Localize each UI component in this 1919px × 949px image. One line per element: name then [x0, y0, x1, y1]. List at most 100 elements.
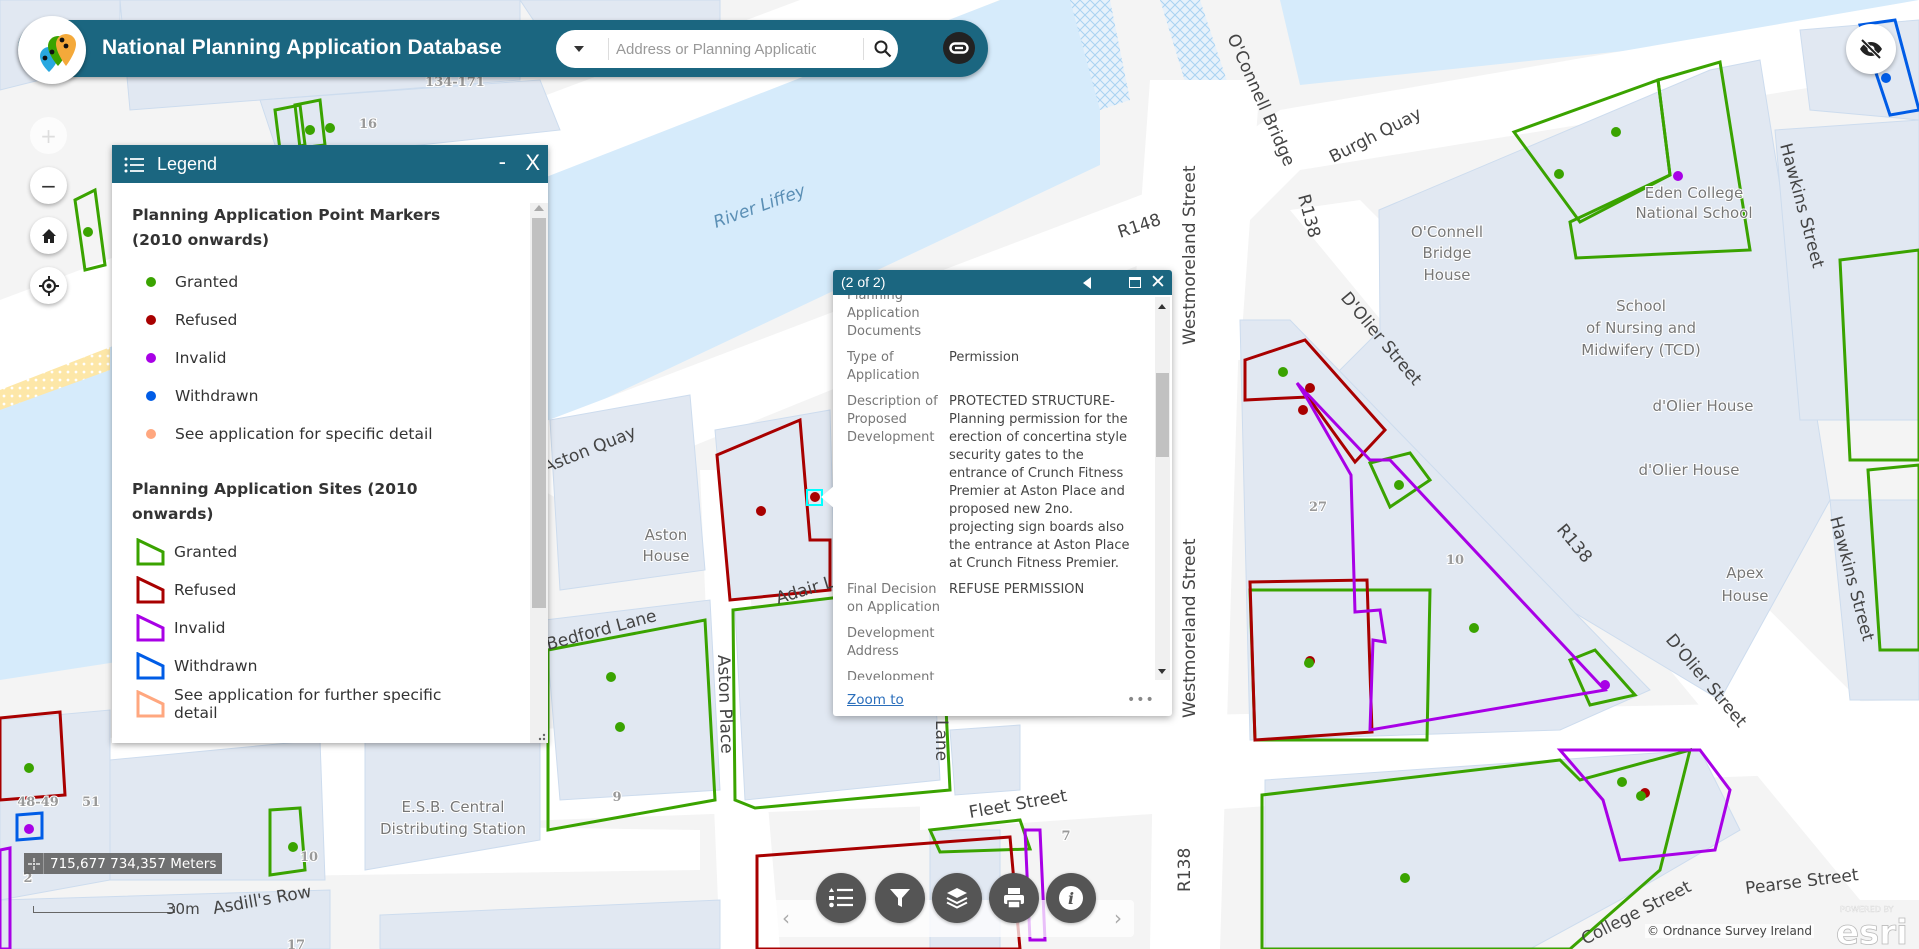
locate-icon	[38, 275, 59, 296]
crosshair-icon[interactable]	[24, 853, 44, 874]
legend-body: Planning Application Point Markers (2010…	[112, 183, 530, 743]
map-pins-logo-icon	[40, 34, 76, 72]
share-link-button[interactable]	[943, 32, 975, 64]
esri-logo-icon[interactable]: POWERED BY esri	[1836, 900, 1916, 948]
close-icon[interactable]: ✕	[1150, 271, 1166, 294]
about-tool-button[interactable]: i	[1046, 873, 1096, 923]
popup-counter: (2 of 2)	[841, 274, 886, 290]
legend-item-label: Refused	[175, 311, 238, 329]
layers-tool-button[interactable]	[932, 873, 982, 923]
attribute-table: Planning Application Documents Type of A…	[847, 295, 1139, 680]
label-oconnell-bridge-house: O'Connell	[1411, 223, 1483, 241]
more-actions-button[interactable]: •••	[1127, 692, 1155, 708]
minus-icon: −	[40, 173, 57, 198]
legend-section-title: Planning Application Sites (2010 onwards…	[132, 480, 418, 523]
field-label: Type of Application	[847, 350, 920, 383]
scroll-down-icon[interactable]	[1158, 669, 1166, 674]
filter-icon	[890, 889, 910, 907]
label-r138-b: R138	[1175, 848, 1195, 892]
search-button[interactable]	[868, 30, 898, 68]
home-icon	[41, 228, 56, 243]
polygon-swatch-icon	[136, 576, 165, 604]
print-tool-button[interactable]	[989, 873, 1039, 923]
label-dolier-house-a: d'Olier House	[1653, 397, 1754, 415]
label-aston-place: Aston Place	[713, 654, 736, 754]
label-eden-college: Eden College	[1645, 184, 1743, 202]
field-value	[949, 295, 1139, 349]
link-icon	[949, 42, 969, 54]
field-value	[949, 625, 1139, 669]
label-esb-station: E.S.B. Central	[402, 798, 505, 816]
zoom-in-button[interactable]: +	[30, 117, 67, 154]
legend-item-label: Granted	[174, 543, 238, 561]
label-lane: Lane	[931, 720, 951, 761]
toggle-visibility-button[interactable]	[1846, 24, 1896, 74]
print-icon	[1004, 888, 1024, 909]
close-button[interactable]: X	[525, 150, 540, 176]
legend-tool-button[interactable]	[816, 873, 866, 923]
legend-item-label: See application for specific detail	[175, 425, 433, 443]
svg-text:Distributing Station: Distributing Station	[380, 820, 526, 838]
attribute-row: Development	[847, 669, 1139, 680]
scroll-up-icon[interactable]	[1158, 304, 1166, 309]
label-aston-house: Aston	[645, 526, 688, 544]
field-value: REFUSE PERMISSION	[949, 582, 1085, 597]
legend-scrollbar[interactable]	[530, 203, 548, 743]
eye-slash-icon	[1860, 38, 1882, 60]
resize-handle-icon[interactable]	[536, 731, 546, 741]
chevron-left-icon[interactable]: ‹	[782, 906, 790, 930]
filter-tool-button[interactable]	[875, 873, 925, 923]
label-apex-house: Apex	[1726, 564, 1764, 582]
dot-icon	[146, 315, 156, 325]
field-label: Description of Proposed Development	[847, 394, 938, 445]
svg-text:9: 9	[612, 790, 621, 805]
attribute-row: Description of Proposed Development PROTE…	[847, 393, 1139, 581]
chevron-right-icon[interactable]: ›	[1114, 906, 1122, 930]
legend-item: See application for specific detail	[132, 415, 510, 453]
legend-item-label: Withdrawn	[175, 387, 259, 405]
scroll-thumb[interactable]	[1156, 373, 1169, 457]
legend-item-label: Invalid	[175, 349, 227, 367]
app-title: National Planning Application Database	[102, 36, 502, 59]
legend-item: Granted	[132, 263, 510, 301]
legend-item-label: See application for further specific det…	[174, 686, 442, 722]
layers-icon	[946, 888, 968, 909]
attribute-row: Planning Application Documents	[847, 295, 1139, 349]
search-input[interactable]	[616, 35, 816, 63]
svg-text:48-49: 48-49	[17, 795, 59, 810]
label-westmoreland-street-b: Westmoreland Street	[1180, 538, 1200, 718]
svg-text:House: House	[1721, 587, 1768, 605]
minimize-button[interactable]: -	[499, 149, 506, 175]
legend-item: Granted	[132, 533, 510, 571]
previous-feature-icon[interactable]	[1083, 277, 1091, 289]
field-label: Development Address	[847, 626, 935, 659]
svg-text:House: House	[642, 547, 689, 565]
field-label: Planning Application Documents	[847, 295, 922, 339]
zoom-to-link[interactable]: Zoom to	[847, 692, 904, 708]
popup-scrollbar[interactable]	[1155, 297, 1170, 680]
field-value: PROTECTED STRUCTURE- Planning permission…	[949, 394, 1130, 571]
polygon-swatch-icon	[136, 652, 165, 680]
attribute-row: Final Decision on Application REFUSE PERM…	[847, 581, 1139, 625]
label-school-of-nursing: School	[1616, 297, 1666, 315]
scroll-up-icon[interactable]	[534, 205, 544, 211]
app-logo	[18, 16, 86, 84]
scale-label: 30m	[166, 900, 200, 918]
svg-text:27: 27	[1309, 500, 1327, 515]
legend-item: See application for further specific det…	[132, 685, 510, 723]
maximize-icon[interactable]	[1129, 277, 1141, 288]
divider	[863, 38, 864, 60]
legend-list-icon	[829, 888, 853, 908]
label-dolier-house-b: d'Olier House	[1639, 461, 1740, 479]
svg-text:of Nursing and: of Nursing and	[1586, 319, 1696, 337]
legend-header[interactable]: Legend - X	[112, 145, 548, 183]
home-button[interactable]	[30, 217, 67, 254]
dot-icon	[146, 391, 156, 401]
svg-text:National School: National School	[1635, 204, 1752, 222]
legend-item-label: Invalid	[174, 619, 226, 637]
search-source-dropdown[interactable]	[564, 30, 594, 68]
locate-button[interactable]	[30, 267, 67, 304]
scroll-thumb[interactable]	[532, 218, 546, 608]
legend-item: Withdrawn	[132, 647, 510, 685]
zoom-out-button[interactable]: −	[30, 167, 67, 204]
